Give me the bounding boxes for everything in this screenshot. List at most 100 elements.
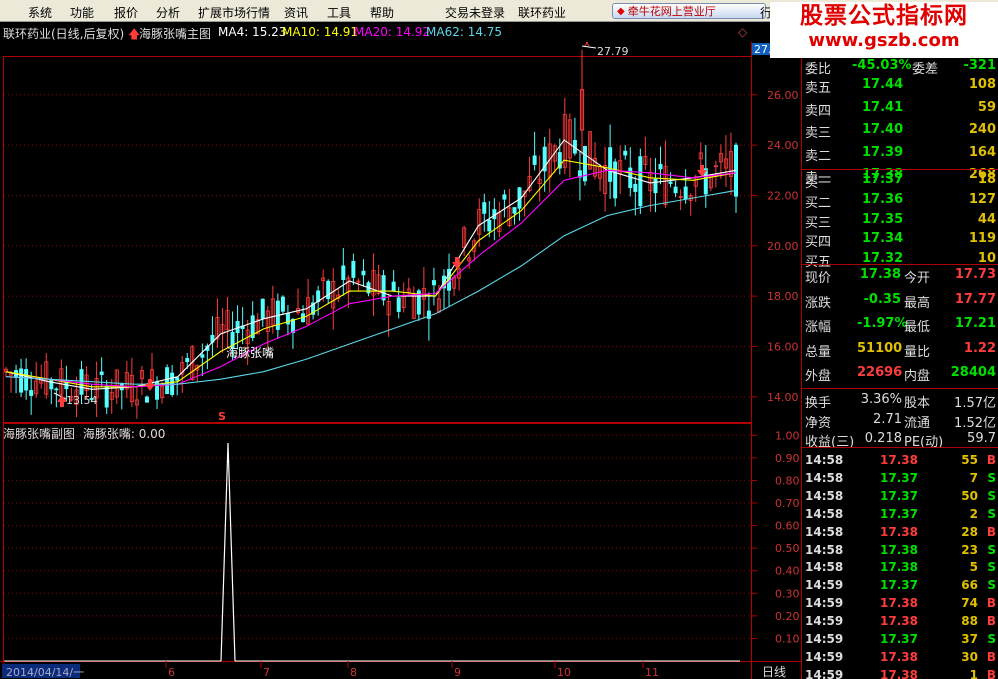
tick-price: 17.38 — [880, 560, 918, 575]
candle-body — [431, 280, 436, 286]
level-label: 卖二 — [805, 148, 832, 164]
broker-icon: ◆ — [617, 5, 625, 17]
stat-label: 内盘 — [904, 369, 931, 384]
candle-body — [623, 150, 628, 156]
tick-row[interactable]: 14:59 17.38 30 B — [802, 648, 998, 666]
tick-side: B — [986, 649, 996, 664]
tick-row[interactable]: 14:59 17.37 66 S — [802, 576, 998, 594]
bid-level-row[interactable]: 买二 17.36 127 — [802, 190, 998, 211]
tick-row[interactable]: 14:58 17.37 50 S — [802, 487, 998, 505]
fund-value: 0.218 — [864, 431, 902, 446]
site-watermark: 股票公式指标网 www.gszb.com — [770, 2, 998, 58]
level-volume: 10 — [977, 251, 996, 267]
fund-value: 59.7 — [967, 431, 996, 446]
ask-level-row[interactable]: 卖四 17.41 59 — [802, 98, 998, 119]
candle-body — [532, 155, 537, 165]
price-tick-label: 18.00 — [767, 290, 799, 303]
quote-panel: 委比 -45.03% 委差 -321 卖五 17.44 108 卖四 17.41 59 卖三… — [802, 42, 998, 679]
trade-login-status[interactable]: 交易未登录 — [445, 4, 505, 21]
tick-price: 17.37 — [880, 470, 918, 485]
tick-price: 17.37 — [880, 506, 918, 521]
tick-time: 14:59 — [805, 614, 844, 629]
tick-time: 14:58 — [805, 453, 844, 467]
bid-level-row[interactable]: 买四 17.34 119 — [802, 229, 998, 250]
price-tick-label: 16.00 — [767, 340, 799, 353]
menu-help[interactable]: 帮助 — [370, 4, 394, 21]
level-volume: 164 — [968, 144, 996, 160]
date-tick-label: 10 — [557, 666, 571, 679]
ma62-value: MA62: 14.75 — [426, 25, 503, 39]
ask-level-row[interactable]: 卖二 17.39 164 — [802, 143, 998, 164]
tick-side: S — [987, 488, 996, 503]
tick-row[interactable]: 14:59 17.38 1 B — [802, 666, 998, 679]
tick-price: 17.38 — [880, 524, 918, 539]
candle-body — [200, 354, 205, 358]
main-grid — [4, 94, 752, 398]
tick-volume: 1 — [969, 667, 978, 679]
menu-analysis[interactable]: 分析 — [156, 4, 180, 21]
order-ratio-value: -45.03% — [852, 58, 912, 73]
stat-value: 22696 — [857, 365, 903, 380]
tick-row[interactable]: 14:58 17.37 2 S — [802, 505, 998, 523]
sub-indicator-name[interactable]: 海豚张嘴副图 — [3, 427, 75, 441]
level-label: 卖五 — [805, 81, 832, 96]
tick-volume: 28 — [961, 524, 978, 539]
ma10-value: MA10: 14.91 — [282, 25, 359, 39]
price-tick-label: 24.00 — [767, 139, 799, 152]
corner-diamond-icon[interactable]: ◇ — [738, 25, 747, 39]
tick-row[interactable]: 14:58 17.38 55 B — [802, 451, 998, 469]
broker-button[interactable]: ◆ 牵牛花网上营业厅 — [612, 3, 766, 19]
candle-body — [29, 390, 34, 396]
level-price: 17.32 — [862, 251, 904, 267]
date-tick-label: 2014/04/14/一 — [6, 666, 84, 679]
stat-row: 涨跌 -0.35 最高 17.77 — [802, 290, 998, 311]
fund-value: 2.71 — [873, 411, 902, 427]
level-volume: 119 — [968, 231, 996, 247]
level-price: 17.39 — [862, 144, 904, 160]
tick-time: 14:58 — [805, 524, 844, 539]
chart-title-bar: 联环药业(日线,后复权) 🡅 海豚张嘴主图 MA4: 15.23 MA10: 1… — [0, 22, 752, 42]
broker-button-label: 牵牛花网上营业厅 — [627, 5, 716, 18]
candle-body — [668, 181, 673, 184]
stat-label: 最高 — [904, 295, 931, 311]
ask-level-row[interactable]: 卖五 17.44 108 — [802, 75, 998, 96]
menu-tools[interactable]: 工具 — [327, 4, 351, 21]
candle-body — [673, 186, 678, 194]
menu-news[interactable]: 资讯 — [284, 4, 308, 21]
tick-row[interactable]: 14:58 17.37 7 S — [802, 469, 998, 487]
fund-value: 1.52亿 — [954, 415, 996, 431]
indicator-tick-label: 1.00 — [775, 429, 800, 442]
candle-body — [24, 369, 29, 391]
tick-row[interactable]: 14:58 17.38 23 S — [802, 541, 998, 559]
tick-row[interactable]: 14:59 17.37 37 S — [802, 630, 998, 648]
candle-body — [683, 186, 688, 200]
candle-body — [19, 368, 24, 393]
candle-body — [613, 161, 618, 199]
tick-time: 14:58 — [805, 542, 844, 557]
level-label: 卖四 — [805, 103, 832, 119]
tick-price: 17.38 — [880, 667, 918, 679]
ma62-line — [5, 189, 737, 385]
candle-body — [482, 202, 487, 214]
tick-row[interactable]: 14:59 17.38 88 B — [802, 612, 998, 630]
level-price: 17.40 — [862, 122, 904, 137]
tick-volume: 23 — [961, 542, 978, 557]
tick-price: 17.38 — [880, 649, 918, 664]
tick-row[interactable]: 14:58 17.38 5 S — [802, 558, 998, 576]
bid-level-row[interactable]: 买一 17.37 18 — [802, 170, 998, 191]
candle-body — [361, 270, 366, 276]
bid-level-row[interactable]: 买三 17.35 44 — [802, 210, 998, 231]
menu-extended-market[interactable]: 扩展市场行情 — [198, 4, 270, 21]
ask-level-row[interactable]: 卖三 17.40 240 — [802, 120, 998, 141]
level-price: 17.35 — [862, 211, 904, 227]
menu-function[interactable]: 功能 — [70, 4, 94, 21]
main-indicator-name[interactable]: 海豚张嘴主图 — [139, 25, 211, 42]
menu-quote[interactable]: 报价 — [114, 4, 138, 21]
candle-body — [280, 296, 285, 312]
tick-row[interactable]: 14:59 17.38 74 B — [802, 594, 998, 612]
stat-label: 现价 — [805, 271, 832, 286]
stock-period-title: 联环药业(日线,后复权) — [3, 27, 125, 41]
stat-value: 17.38 — [859, 267, 901, 282]
menu-system[interactable]: 系统 — [28, 4, 52, 21]
tick-row[interactable]: 14:58 17.38 28 B — [802, 523, 998, 541]
